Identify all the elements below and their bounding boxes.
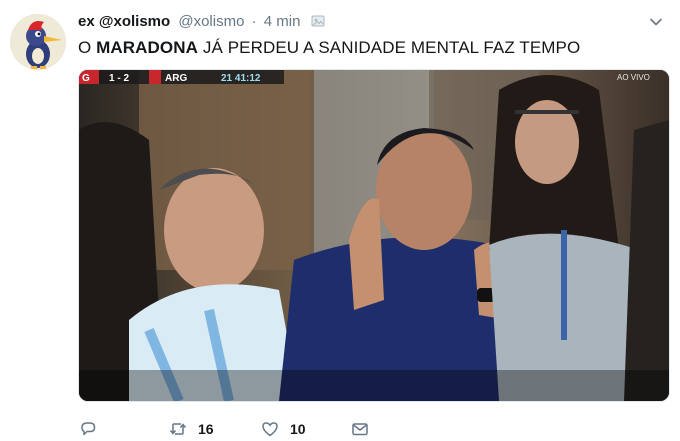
envelope-icon	[352, 423, 368, 436]
tweet-media-image[interactable]: G 1 - 2 ARG 21 41:12 AO VIVO	[78, 69, 670, 402]
tweet-text-prefix: O	[78, 38, 97, 57]
tweet-text: O MARADONA JÁ PERDEU A SANIDADE MENTAL F…	[78, 38, 580, 58]
woodpecker-avatar-image	[10, 14, 66, 70]
heart-icon	[262, 422, 278, 437]
maradona-photo: G 1 - 2 ARG 21 41:12 AO VIVO	[79, 70, 669, 401]
tweet-header: ex @xolismo @xolismo · 4 min	[78, 13, 325, 30]
scoreboard-score: 1 - 2	[109, 73, 129, 84]
tweet-actions: 16 10	[78, 417, 392, 441]
media-badge-icon	[311, 15, 325, 27]
retweet-button[interactable]: 16	[168, 419, 220, 439]
timestamp[interactable]: 4 min	[264, 13, 301, 30]
retweet-icon	[169, 423, 187, 435]
reply-icon	[81, 422, 96, 436]
scoreboard-clock: 21 41:12	[221, 73, 261, 84]
tweet-text-rest: JÁ PERDEU A SANIDADE MENTAL FAZ TEMPO	[198, 38, 581, 57]
direct-message-button[interactable]	[350, 419, 370, 439]
avatar[interactable]	[10, 14, 66, 70]
scoreboard-team-right: ARG	[165, 73, 187, 84]
chevron-down-icon[interactable]	[648, 14, 664, 30]
live-label: AO VIVO	[617, 73, 650, 82]
reply-button[interactable]	[78, 419, 98, 439]
tweet-text-bold: MARADONA	[96, 38, 199, 57]
retweet-count: 16	[198, 421, 214, 437]
scoreboard: G 1 - 2 ARG 21 41:12	[79, 70, 284, 84]
separator-dot: ·	[251, 13, 257, 30]
tweet: ex @xolismo @xolismo · 4 min O MARADONA …	[0, 0, 680, 440]
display-name[interactable]: ex @xolismo	[78, 13, 170, 30]
user-handle[interactable]: @xolismo	[178, 13, 244, 30]
like-count: 10	[290, 421, 306, 437]
scoreboard-team-left: G	[82, 73, 90, 84]
like-button[interactable]: 10	[260, 419, 312, 439]
